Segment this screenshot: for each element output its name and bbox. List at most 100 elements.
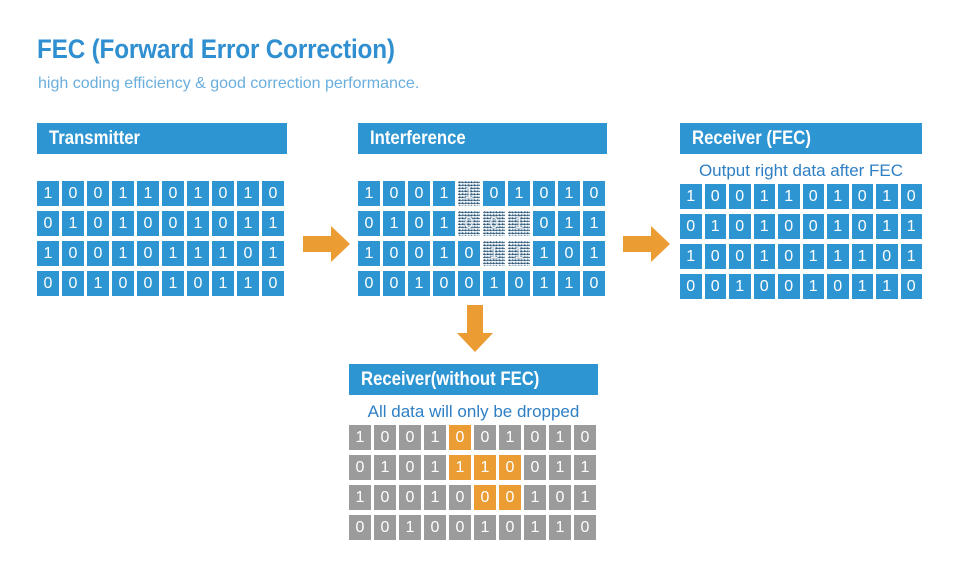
arrow-interference-to-receiver-no-fec xyxy=(455,305,495,353)
bit-cell: 1 xyxy=(876,214,898,239)
bit-value: 0 xyxy=(784,278,794,295)
bit-value: 0 xyxy=(710,188,720,205)
bit-value: 1 xyxy=(514,215,524,232)
bit-value: 1 xyxy=(808,248,818,265)
panel-receiver-without-fec: Receiver(without FEC) All data will only… xyxy=(349,364,598,540)
bit-row: 1001011101 xyxy=(680,244,922,269)
bit-value: 0 xyxy=(455,429,465,446)
bit-value: 0 xyxy=(514,275,524,292)
panel-header-receiver-fec: Receiver (FEC) xyxy=(680,123,922,154)
bit-grid-transmitter: 1001101010010100101110010111010010010110 xyxy=(37,181,287,296)
bit-cell: 0 xyxy=(851,184,873,209)
bit-cell: 1 xyxy=(508,181,530,206)
bit-value: 0 xyxy=(530,429,540,446)
bit-value: 0 xyxy=(218,185,228,202)
bit-cell: 0 xyxy=(583,181,605,206)
bit-value: 1 xyxy=(143,185,153,202)
bit-row: 1001101010 xyxy=(358,181,607,206)
bit-cell: 1 xyxy=(827,244,849,269)
bit-value: 0 xyxy=(43,215,53,232)
panel-header-receiver-without-fec-label: Receiver(without FEC) xyxy=(361,369,540,390)
bit-cell: 1 xyxy=(237,181,259,206)
bit-value: 0 xyxy=(857,188,867,205)
bit-cell: 0 xyxy=(558,241,580,266)
bit-value: 0 xyxy=(93,245,103,262)
bit-value: 1 xyxy=(735,278,745,295)
bit-value: 0 xyxy=(489,185,499,202)
bit-cell: 1 xyxy=(358,181,380,206)
bit-cell: 0 xyxy=(87,181,109,206)
bit-cell: 1 xyxy=(524,485,546,510)
bit-cell: 1 xyxy=(549,515,571,540)
bit-value: 1 xyxy=(168,245,178,262)
bit-value: 0 xyxy=(389,275,399,292)
bit-cell: 1 xyxy=(558,181,580,206)
bit-value: 1 xyxy=(68,215,78,232)
bit-cell: 0 xyxy=(778,274,800,299)
panel-interference: Interference 100110101001010010111001011… xyxy=(358,123,607,296)
bit-cell: 0 xyxy=(162,181,184,206)
bit-cell: 0 xyxy=(237,241,259,266)
bit-cell: 1 xyxy=(900,214,922,239)
bit-value: 0 xyxy=(143,245,153,262)
bit-value: 1 xyxy=(489,245,499,262)
bit-grid-receiver-fec: 1001101010010100101110010111010010010110 xyxy=(680,184,922,299)
bit-value: 0 xyxy=(564,245,574,262)
bit-cell: 1 xyxy=(237,271,259,296)
bit-cell: 1 xyxy=(212,271,234,296)
panel-header-interference: Interference xyxy=(358,123,607,154)
bit-row: 1001000101 xyxy=(349,485,598,510)
bit-cell: 1 xyxy=(187,181,209,206)
bit-cell: 1 xyxy=(424,485,446,510)
bit-cell: 0 xyxy=(62,271,84,296)
bit-value: 1 xyxy=(355,489,365,506)
bit-cell: 0 xyxy=(449,485,471,510)
bit-value: 0 xyxy=(405,429,415,446)
bit-cell: 1 xyxy=(499,425,521,450)
bit-value: 1 xyxy=(759,248,769,265)
bit-value: 0 xyxy=(710,248,720,265)
bit-value: 0 xyxy=(530,459,540,476)
bit-value: 0 xyxy=(857,218,867,235)
bit-cell: 0 xyxy=(162,211,184,236)
bit-value: 0 xyxy=(455,519,465,536)
bit-value: 1 xyxy=(193,215,203,232)
bit-value: 1 xyxy=(480,459,490,476)
bit-cell: 1 xyxy=(349,485,371,510)
bit-value: 0 xyxy=(380,429,390,446)
bit-cell: 0 xyxy=(574,515,596,540)
bit-value: 0 xyxy=(380,489,390,506)
bit-cell: 0 xyxy=(458,241,480,266)
bit-cell: 0 xyxy=(383,241,405,266)
bit-cell: 1 xyxy=(399,515,421,540)
bit-cell: 0 xyxy=(827,274,849,299)
bit-value: 1 xyxy=(430,489,440,506)
bit-value: 0 xyxy=(833,278,843,295)
bit-value: 0 xyxy=(93,215,103,232)
bit-value: 0 xyxy=(405,459,415,476)
bit-value: 0 xyxy=(455,489,465,506)
bit-cell: 1 xyxy=(433,211,455,236)
bit-cell: 1 xyxy=(112,181,134,206)
bit-value: 1 xyxy=(539,245,549,262)
panel-transmitter: Transmitter 1001101010010100101110010111… xyxy=(37,123,287,296)
bit-row: 0010010110 xyxy=(37,271,287,296)
bit-value: 1 xyxy=(439,215,449,232)
bit-value: 1 xyxy=(530,519,540,536)
bit-cell: 1 xyxy=(753,244,775,269)
bit-cell: 0 xyxy=(87,211,109,236)
bit-cell: 0 xyxy=(399,425,421,450)
bit-value: 0 xyxy=(589,185,599,202)
bit-cell: 0 xyxy=(729,214,751,239)
bit-cell: 1 xyxy=(753,214,775,239)
bit-value: 1 xyxy=(857,248,867,265)
bit-cell: 1 xyxy=(137,181,159,206)
bit-cell: 0 xyxy=(262,271,284,296)
bit-value: 1 xyxy=(784,188,794,205)
bit-value: 0 xyxy=(906,188,916,205)
bit-cell: 0 xyxy=(524,455,546,480)
bit-value: 1 xyxy=(530,489,540,506)
bit-value: 1 xyxy=(882,278,892,295)
bit-cell: 0 xyxy=(399,455,421,480)
bit-cell: 0 xyxy=(499,455,521,480)
